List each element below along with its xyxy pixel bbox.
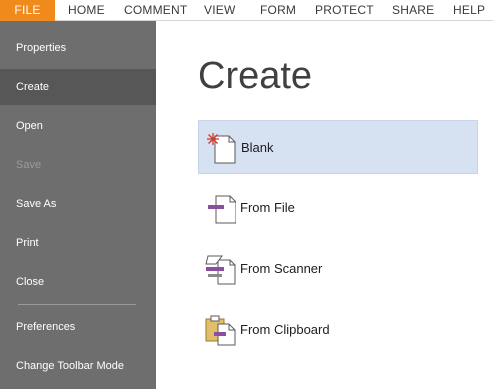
sidebar-item-save: Save — [16, 159, 42, 171]
sidebar-item-properties[interactable]: Properties — [0, 30, 156, 66]
blank-page-icon — [205, 131, 237, 165]
create-from-clipboard-label: From Clipboard — [240, 322, 330, 337]
tab-home[interactable]: HOME — [68, 0, 105, 21]
sidebar-item-close[interactable]: Close — [0, 264, 156, 300]
tab-form[interactable]: FORM — [260, 0, 296, 21]
tab-file[interactable]: FILE — [0, 0, 55, 21]
tab-view[interactable]: VIEW — [204, 0, 235, 21]
create-from-file-option[interactable]: From File — [198, 181, 478, 235]
tab-protect[interactable]: PROTECT — [315, 0, 374, 21]
tab-comment[interactable]: COMMENT — [124, 0, 187, 21]
sidebar-item-print[interactable]: Print — [0, 225, 156, 261]
sidebar-divider — [18, 304, 136, 305]
tab-help[interactable]: HELP — [453, 0, 485, 21]
create-from-clipboard-option[interactable]: From Clipboard — [198, 303, 478, 357]
ribbon-tab-bar: FILE HOME COMMENT VIEW FORM PROTECT SHAR… — [0, 0, 493, 21]
file-menu-sidebar: Properties Create Open Save Save As Prin… — [0, 21, 156, 389]
from-clipboard-icon — [204, 313, 236, 347]
from-file-icon — [204, 191, 237, 225]
from-scanner-icon — [204, 252, 236, 286]
sidebar-item-open[interactable]: Open — [0, 108, 156, 144]
tab-share[interactable]: SHARE — [392, 0, 434, 21]
create-blank-label: Blank — [241, 140, 274, 155]
create-from-scanner-option[interactable]: From Scanner — [198, 242, 478, 296]
create-from-scanner-label: From Scanner — [240, 261, 323, 276]
sidebar-item-change-toolbar-mode[interactable]: Change Toolbar Mode — [0, 348, 156, 384]
sidebar-item-save-as[interactable]: Save As — [0, 186, 156, 222]
sidebar-item-create[interactable]: Create — [0, 69, 156, 105]
create-from-file-label: From File — [240, 200, 295, 215]
create-blank-option[interactable]: Blank — [198, 120, 478, 174]
sidebar-item-preferences[interactable]: Preferences — [0, 309, 156, 345]
page-title: Create — [198, 55, 313, 97]
